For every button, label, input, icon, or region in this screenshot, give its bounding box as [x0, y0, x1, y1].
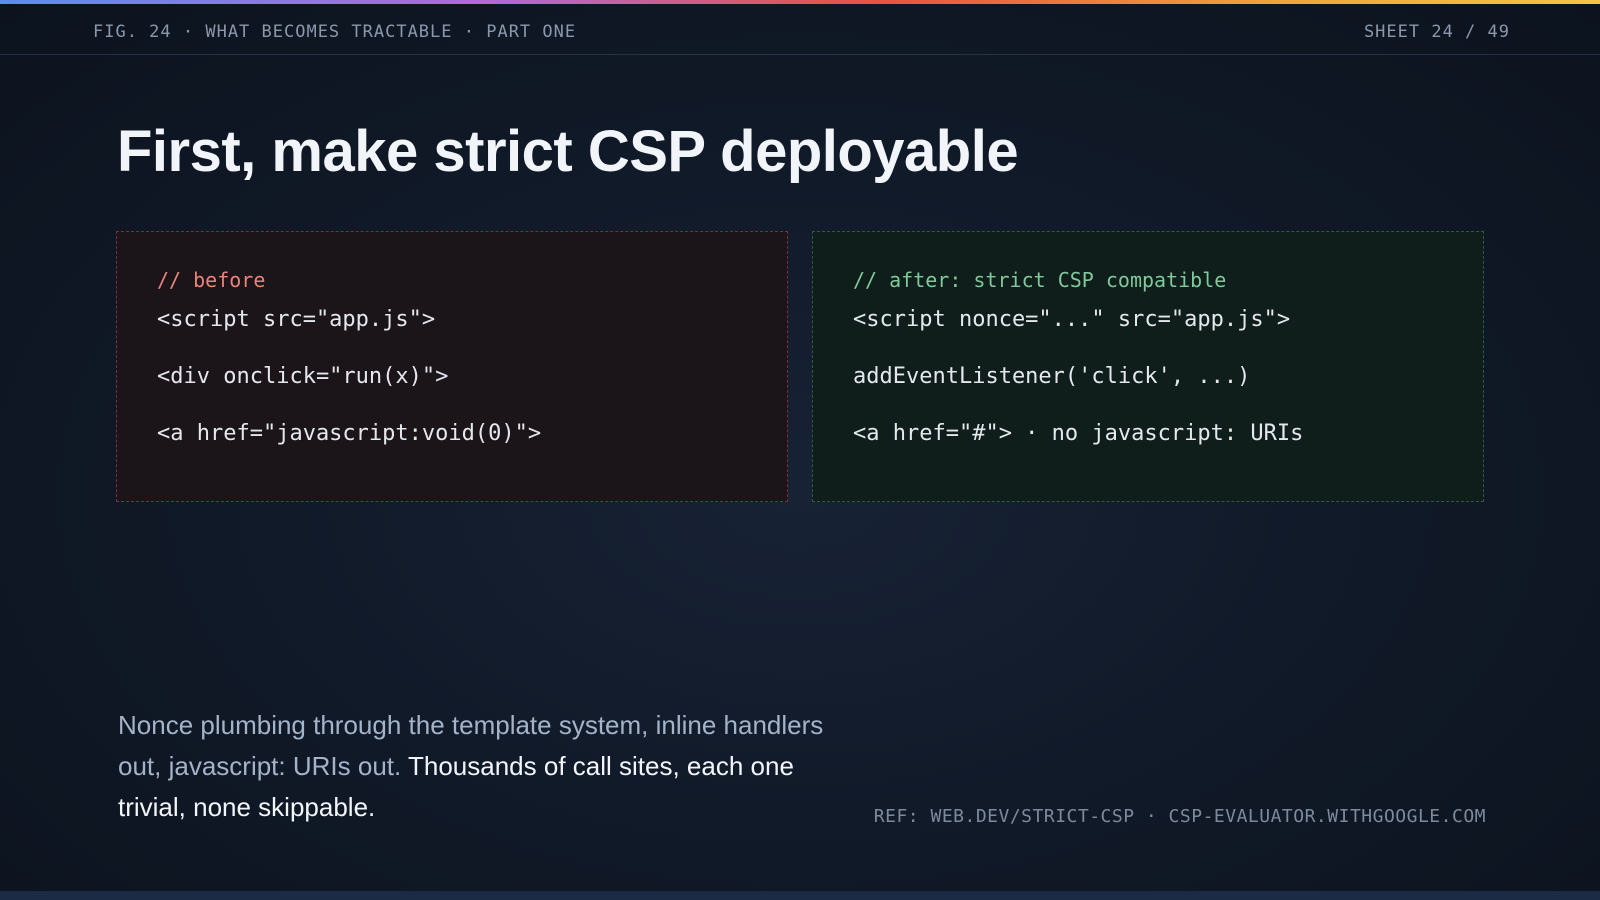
slide-header: FIG. 24 · WHAT BECOMES TRACTABLE · PART … [0, 4, 1600, 55]
sheet-counter: SHEET 24 / 49 [1363, 22, 1510, 42]
before-code-line: <div onclick="run(x)"> [157, 364, 449, 389]
after-code-line: addEventListener('click', ...) [853, 364, 1251, 389]
after-code-line: <script nonce="..." src="app.js"> [853, 307, 1291, 332]
before-code-line: <a href="javascript:void(0)"> [157, 421, 542, 446]
reference-footer: REF: WEB.DEV/STRICT-CSP · CSP-EVALUATOR.… [873, 806, 1486, 827]
before-code-line: <script src="app.js"> [157, 307, 436, 332]
after-code-panel: // after: strict CSP compatible <script … [812, 231, 1484, 502]
before-comment: // before [157, 268, 266, 292]
after-code-line: <a href="#"> · no javascript: URIs [853, 421, 1304, 446]
before-code-panel: // before <script src="app.js"> <div onc… [116, 231, 788, 502]
slide-title: First, make strict CSP deployable [117, 119, 1019, 184]
after-comment: // after: strict CSP compatible [853, 268, 1227, 292]
figure-label: FIG. 24 · WHAT BECOMES TRACTABLE · PART … [93, 22, 577, 42]
body-paragraph: Nonce plumbing through the template syst… [118, 705, 838, 828]
accent-strip-bottom [0, 891, 1600, 900]
